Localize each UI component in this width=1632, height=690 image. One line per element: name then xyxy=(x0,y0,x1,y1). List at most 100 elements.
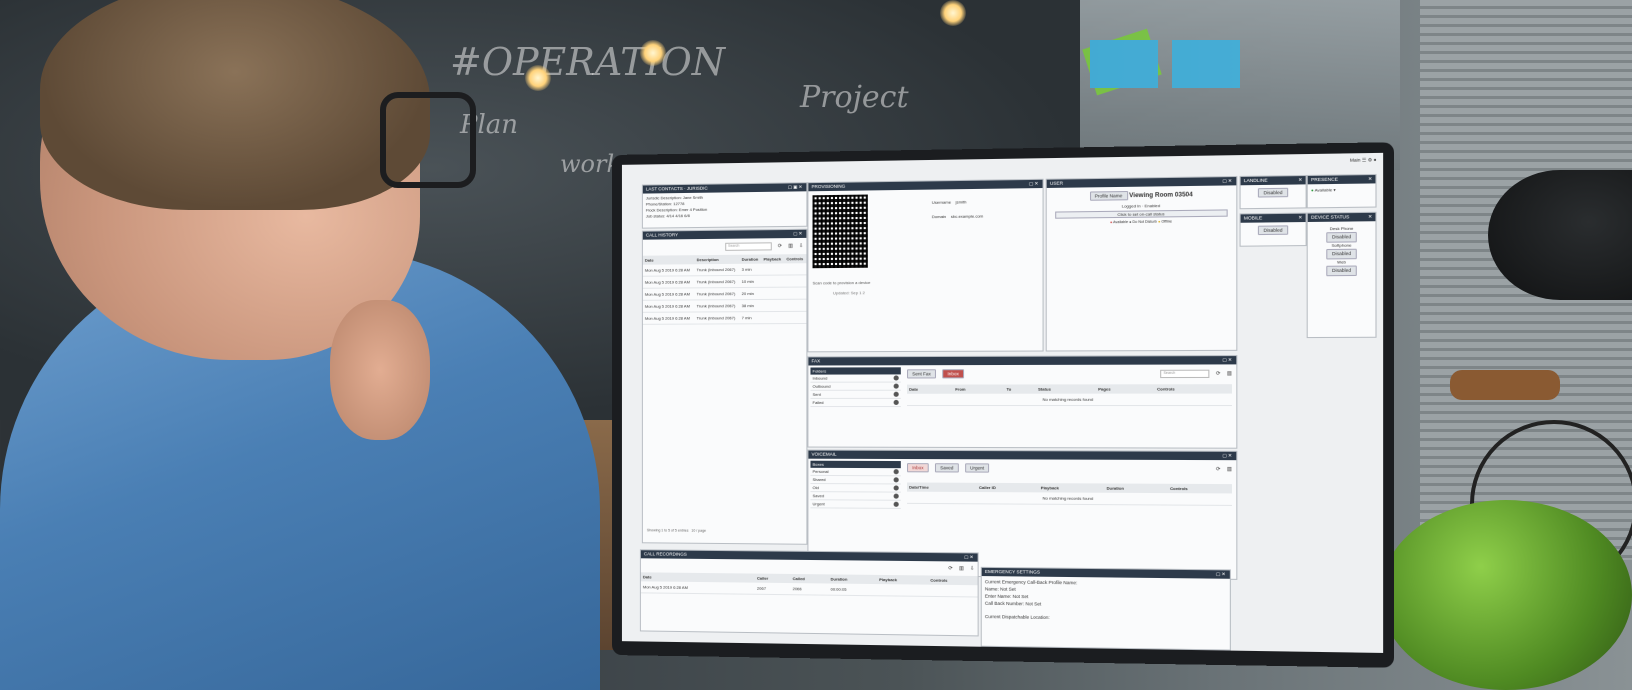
panel-title: PROVISIONING xyxy=(811,183,846,190)
column-header[interactable]: Caller xyxy=(754,573,791,584)
view-label: Main xyxy=(1349,157,1361,163)
cell-called: 2066 xyxy=(790,583,829,596)
page-size-select[interactable]: 10 / page xyxy=(691,529,706,533)
panel-controls-icon[interactable]: ▢✕ xyxy=(964,553,974,561)
close-icon[interactable]: ✕ xyxy=(1368,175,1372,183)
columns-icon[interactable]: ▥ xyxy=(788,243,793,249)
device-toggle[interactable]: Disabled xyxy=(1326,231,1357,243)
folder-item[interactable]: Sent xyxy=(810,390,901,399)
table-row[interactable]: Mon Aug 5 2019 6:28 AM Trunk (Inbound 206… xyxy=(642,287,807,301)
folder-label: Failed xyxy=(812,399,824,405)
folder-dot-icon xyxy=(893,383,899,389)
settings-icon[interactable]: ⚙ xyxy=(1368,157,1372,162)
column-header[interactable]: Controls xyxy=(1167,483,1232,494)
export-icon[interactable]: ⇩ xyxy=(799,243,803,249)
close-icon[interactable]: ✕ xyxy=(1298,214,1302,222)
column-header[interactable]: Description xyxy=(694,254,740,265)
column-header[interactable]: Date xyxy=(907,384,954,394)
column-header[interactable]: Playback xyxy=(761,254,785,264)
landline-toggle[interactable]: Disabled xyxy=(1258,187,1288,198)
column-header[interactable]: Caller ID xyxy=(976,482,1039,493)
profile-button[interactable]: Profile Name xyxy=(1089,190,1128,201)
voicemail-sidebar: Boxes Personal Shared Old Saved Urgent xyxy=(810,460,901,509)
panel-controls-icon[interactable]: ▢✕ xyxy=(1222,177,1233,185)
mailbox-dot-icon xyxy=(893,485,899,491)
column-header[interactable]: Duration xyxy=(739,254,762,264)
panel-controls-icon[interactable]: ▢✕ xyxy=(1216,570,1227,578)
field-value: jsmith xyxy=(955,199,967,205)
refresh-icon[interactable]: ⟳ xyxy=(948,565,952,571)
column-header[interactable]: Status xyxy=(1035,384,1097,394)
column-header[interactable]: Controls xyxy=(1154,384,1232,394)
panel-controls-icon[interactable]: ▢✕ xyxy=(1029,180,1040,188)
cell-description: Trunk (Inbound 2067) xyxy=(694,287,740,300)
panel-title: VOICEMAIL xyxy=(811,451,837,457)
column-header[interactable]: Called xyxy=(790,573,829,584)
folder-label: Inbound xyxy=(812,375,828,381)
legend-item: Offline xyxy=(1161,219,1173,224)
hanging-bulb xyxy=(525,65,551,91)
field-label: Domain xyxy=(931,213,947,220)
export-icon[interactable]: ⇩ xyxy=(970,566,974,572)
qr-sub-note: Updated: Sep 1 2 xyxy=(832,290,865,296)
cell-description: Trunk (Inbound 2067) xyxy=(694,263,740,276)
potted-plant xyxy=(1380,500,1632,690)
column-header[interactable]: Date xyxy=(642,255,695,265)
search-input[interactable]: Search xyxy=(725,242,772,251)
top-right-controls[interactable]: Main ☰ ⚙ ● xyxy=(1350,157,1377,164)
mobile-toggle[interactable]: Disabled xyxy=(1258,225,1288,236)
field-label: Username xyxy=(931,199,952,205)
folder-item[interactable]: Outbound xyxy=(810,382,901,391)
column-header[interactable]: Playback xyxy=(1038,483,1105,493)
voicemail-table: Date/Time Caller ID Playback Duration Co… xyxy=(907,482,1232,506)
device-toggle[interactable]: Disabled xyxy=(1326,265,1357,277)
panel-controls-icon[interactable]: ▢✕ xyxy=(1222,452,1233,460)
column-header[interactable]: Date/Time xyxy=(907,482,977,493)
column-header[interactable]: Controls xyxy=(784,254,807,264)
mailbox-item[interactable]: Urgent xyxy=(810,500,901,509)
panel-controls-icon[interactable]: ▢▣✕ xyxy=(788,183,804,191)
presence-select[interactable]: Available xyxy=(1315,187,1333,192)
tab-sent-fax[interactable]: Sent Fax xyxy=(907,369,937,379)
cell-duration: 10 min xyxy=(739,275,762,288)
cell-duration: 00:00:05 xyxy=(828,583,878,596)
folder-item[interactable]: Failed xyxy=(810,398,901,408)
columns-icon[interactable]: ▥ xyxy=(959,566,964,572)
refresh-icon[interactable]: ⟳ xyxy=(778,243,782,249)
mailbox-dot-icon xyxy=(893,493,899,499)
user-icon[interactable]: ● xyxy=(1374,157,1377,162)
qr-code[interactable] xyxy=(812,194,868,269)
panel-controls-icon[interactable]: ▢✕ xyxy=(1222,356,1233,364)
app-screen: Main ☰ ⚙ ● LAST CONTACTS · JURISDIC ▢▣✕ J… xyxy=(621,152,1384,653)
folder-item[interactable]: Inbound xyxy=(810,374,901,383)
tab-urgent[interactable]: Urgent xyxy=(964,463,990,473)
panel-controls-icon[interactable]: ▢✕ xyxy=(793,230,803,238)
column-header[interactable]: From xyxy=(953,384,1005,394)
device-toggle[interactable]: Disabled xyxy=(1326,248,1357,260)
presence-panel: PRESENCE ✕ ● Available ▾ xyxy=(1306,173,1377,209)
cell-date: Mon Aug 5 2019 6:28 AM xyxy=(642,311,695,325)
list-icon[interactable]: ☰ xyxy=(1362,157,1366,162)
columns-icon[interactable]: ▥ xyxy=(1227,370,1232,376)
tab-inbox[interactable]: Inbox xyxy=(942,369,965,379)
column-header[interactable]: To xyxy=(1004,384,1036,394)
mailbox-label: Old xyxy=(812,485,819,491)
refresh-icon[interactable]: ⟳ xyxy=(1216,466,1221,472)
tab-saved[interactable]: Saved xyxy=(934,463,959,473)
refresh-icon[interactable]: ⟳ xyxy=(1216,370,1221,376)
search-input[interactable]: Search xyxy=(1160,369,1210,378)
oncall-bar[interactable]: Click to set on-call status xyxy=(1055,209,1228,219)
columns-icon[interactable]: ▥ xyxy=(1227,466,1232,472)
table-row[interactable]: Mon Aug 5 2019 6:28 AM Trunk (Inbound 206… xyxy=(642,299,807,313)
close-icon[interactable]: ✕ xyxy=(1298,176,1302,184)
tab-inbox[interactable]: Inbox xyxy=(907,463,929,473)
cell-duration: 3 min xyxy=(739,263,762,276)
column-header[interactable]: Pages xyxy=(1096,384,1155,394)
close-icon[interactable]: ✕ xyxy=(1368,213,1372,221)
chalkboard-word: Project xyxy=(800,80,909,115)
emergency-panel: EMERGENCY SETTINGS ▢✕ Current Emergency C… xyxy=(980,566,1231,651)
table-row[interactable]: Mon Aug 5 2019 6:28 AM 2067 2066 00:00:0… xyxy=(640,581,978,598)
column-header[interactable]: Duration xyxy=(1104,483,1168,494)
table-row[interactable]: Mon Aug 5 2019 6:28 AM Trunk (Inbound 206… xyxy=(642,311,807,325)
login-label: Logged In xyxy=(1121,203,1141,209)
